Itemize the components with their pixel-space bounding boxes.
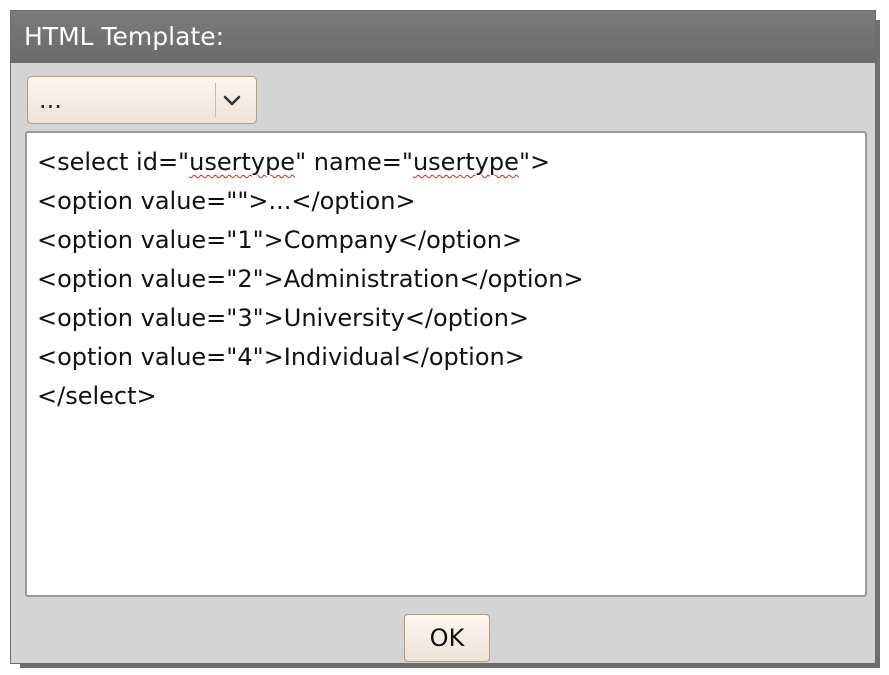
template-select-value: ... bbox=[39, 86, 62, 114]
code-line-4: <option value="2">Administration</option… bbox=[37, 265, 584, 293]
code-line-2: <option value="">...</option> bbox=[37, 187, 416, 215]
template-code-textarea[interactable]: <select id="usertype" name="usertype"> <… bbox=[25, 131, 867, 597]
code-line-5: <option value="3">University</option> bbox=[37, 304, 530, 332]
code-text: <select id=" bbox=[37, 148, 190, 176]
code-line-3: <option value="1">Company</option> bbox=[37, 226, 523, 254]
code-line-1: <select id="usertype" name="usertype"> bbox=[37, 143, 855, 182]
template-select[interactable]: ... bbox=[27, 76, 257, 124]
select-divider bbox=[215, 83, 216, 117]
code-text: " name=" bbox=[295, 148, 413, 176]
ok-button[interactable]: OK bbox=[404, 614, 490, 662]
chevron-down-icon[interactable] bbox=[220, 89, 244, 111]
code-text: "> bbox=[518, 148, 551, 176]
code-line-7: </select> bbox=[37, 382, 157, 410]
html-template-dialog: HTML Template: ... <select id="usertype"… bbox=[10, 10, 876, 664]
dialog-title: HTML Template: bbox=[11, 11, 875, 63]
misspelled-word: usertype bbox=[412, 148, 519, 176]
misspelled-word: usertype bbox=[189, 148, 296, 176]
code-line-6: <option value="4">Individual</option> bbox=[37, 343, 525, 371]
